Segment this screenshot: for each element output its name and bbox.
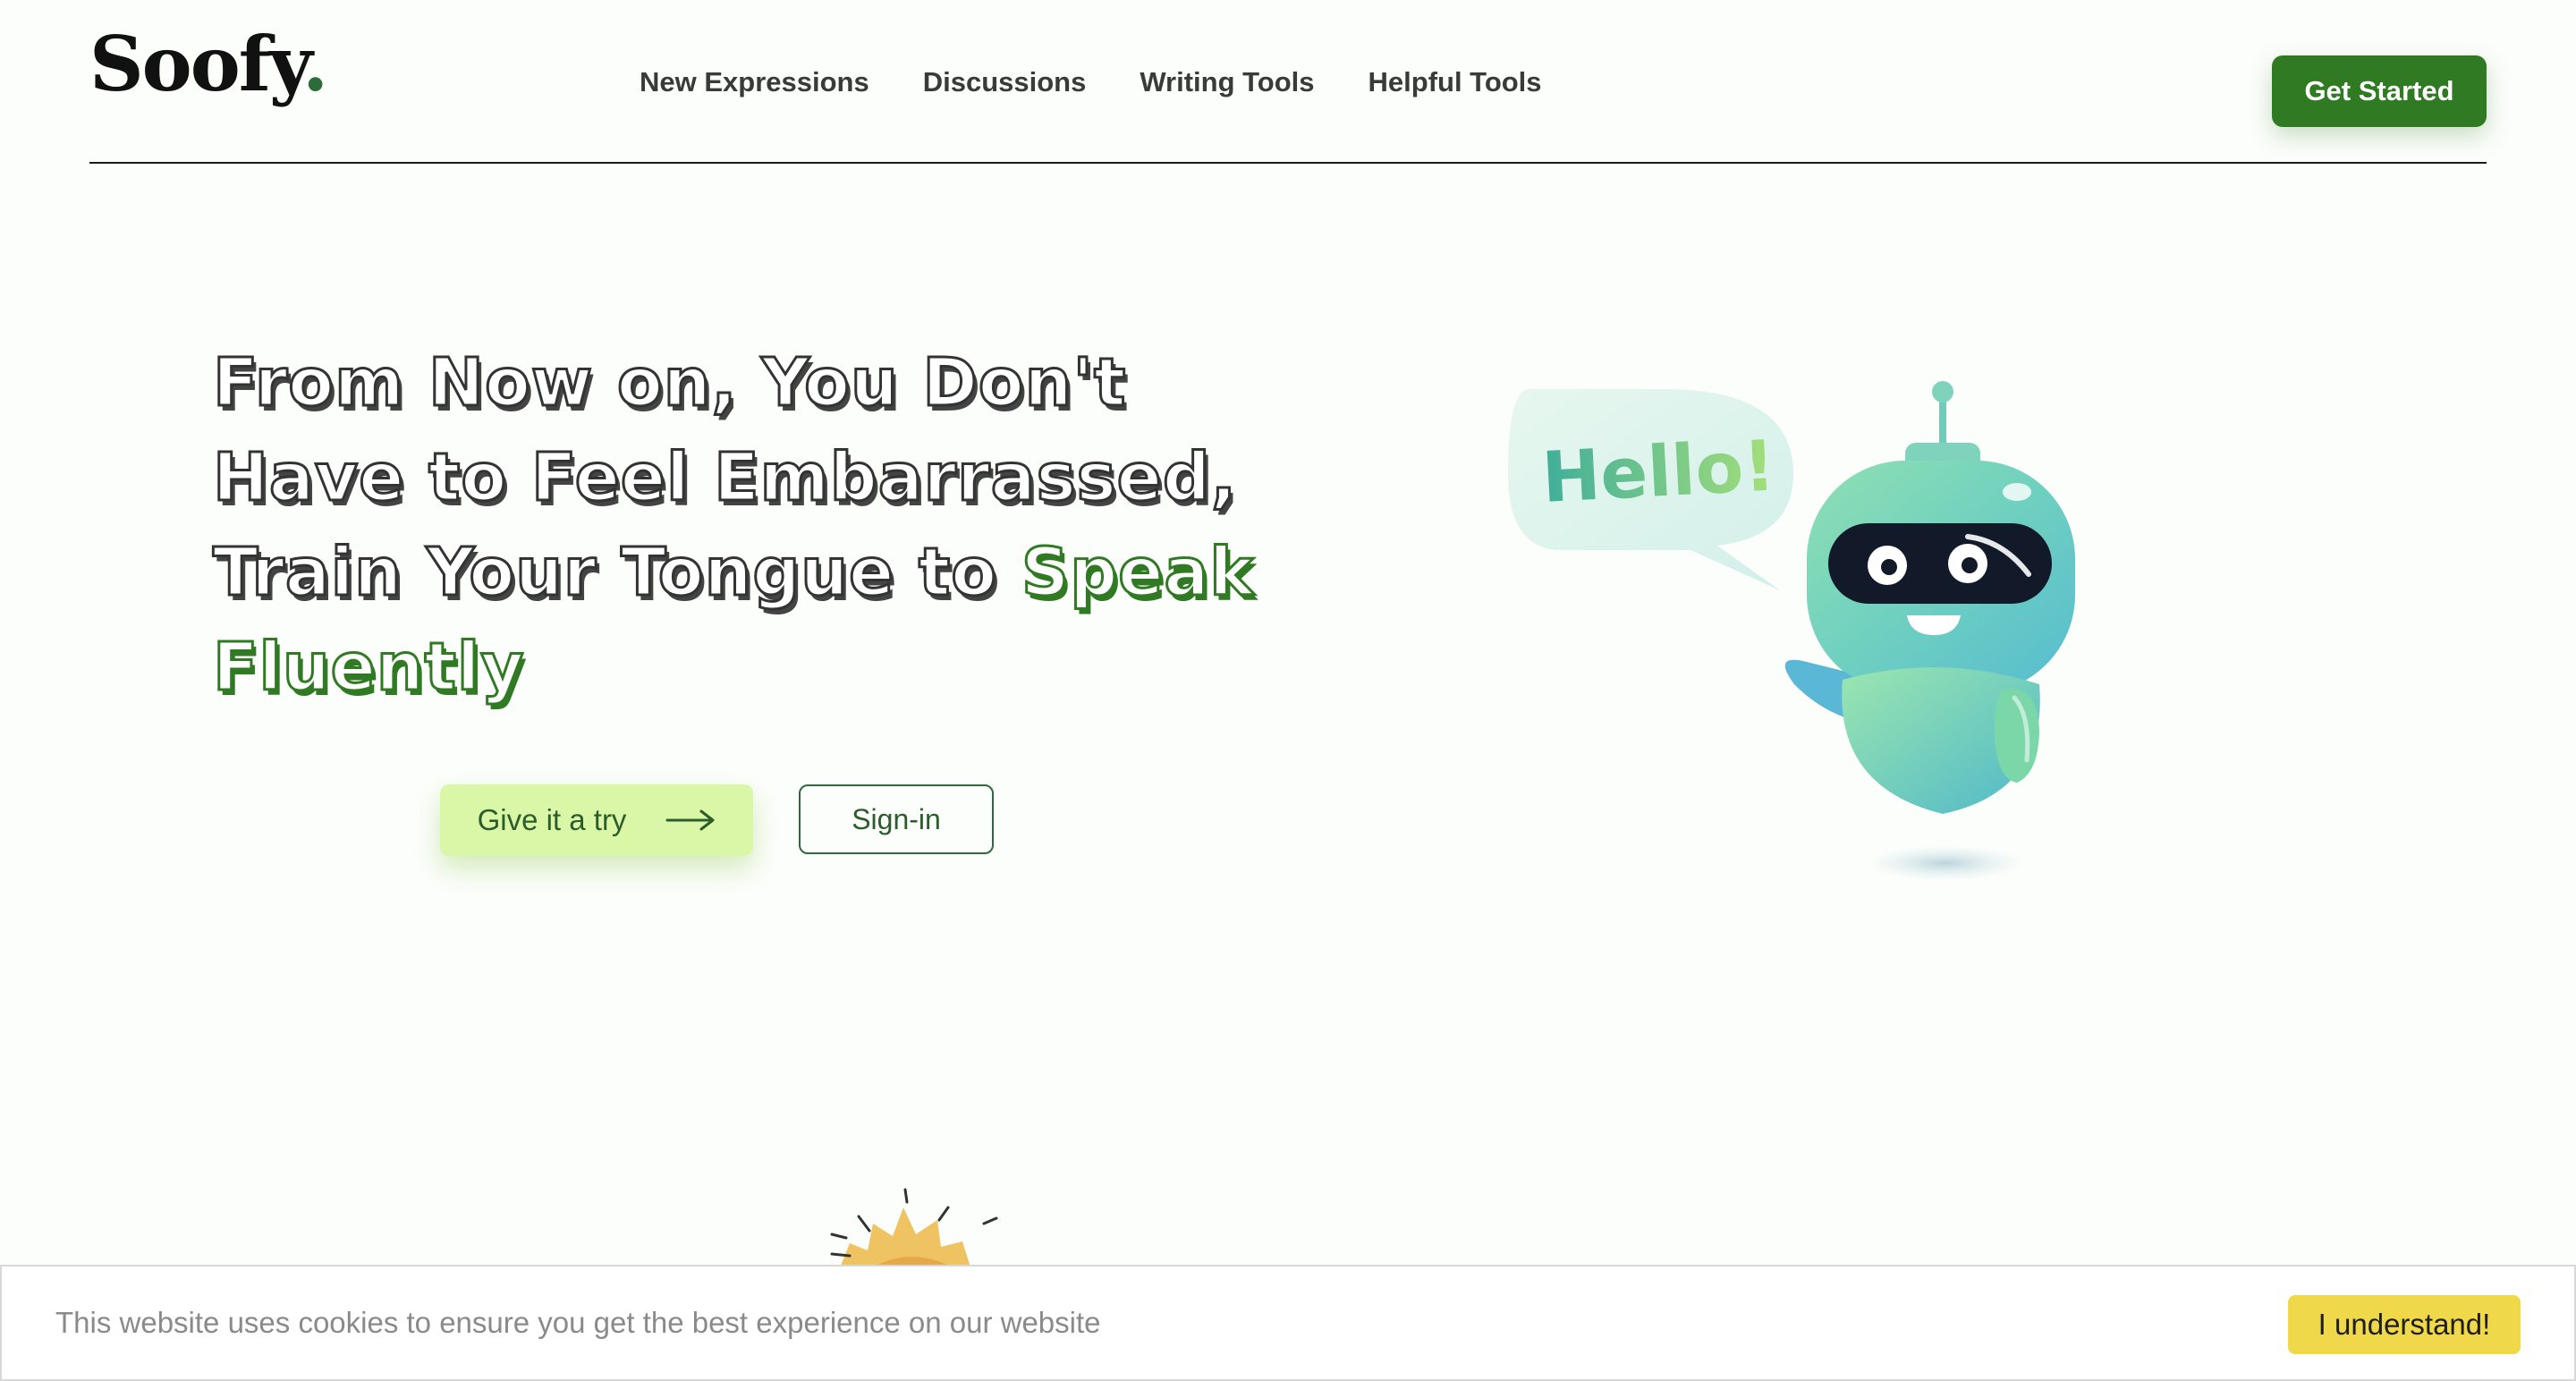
cookie-message: This website uses cookies to ensure you … — [55, 1306, 1101, 1339]
brand-name: Soofy — [89, 20, 304, 108]
hero-title-line-3: Train Your Tongue to — [212, 533, 1021, 613]
arrow-right-icon — [665, 809, 715, 831]
cookie-accept-button[interactable]: I understand! — [2288, 1295, 2521, 1354]
sign-in-button[interactable]: Sign-in — [799, 784, 994, 854]
landing-page: Soofy. New Expressions Discussions Writi… — [0, 0, 2576, 1381]
hero-highlight-fluently: Fluently — [211, 628, 525, 707]
nav-new-expressions[interactable]: New Expressions — [640, 66, 869, 98]
brand-logo[interactable]: Soofy. — [89, 20, 328, 110]
hero-title-line-1: From Now on, You Don't — [211, 343, 1127, 423]
get-started-button[interactable]: Get Started — [2272, 55, 2487, 127]
hero-title: From Now on, You Don't Have to Feel Emba… — [211, 335, 1286, 715]
main-nav: New Expressions Discussions Writing Tool… — [640, 66, 1542, 98]
nav-helpful-tools[interactable]: Helpful Tools — [1368, 66, 1542, 98]
sun-illustration — [830, 1188, 998, 1270]
robot-illustration: Hello! — [1508, 381, 2075, 881]
give-it-a-try-label: Give it a try — [477, 803, 627, 836]
nav-discussions[interactable]: Discussions — [923, 66, 1087, 98]
brand-dot: . — [302, 20, 328, 108]
cookie-banner: This website uses cookies to ensure you … — [0, 1265, 2576, 1381]
hero-title-line-2: Have to Feel Embarrassed, — [212, 438, 1238, 518]
nav-writing-tools[interactable]: Writing Tools — [1140, 66, 1314, 98]
give-it-a-try-button[interactable]: Give it a try — [440, 784, 753, 856]
speech-bubble: Hello! — [1508, 389, 1793, 590]
hero-highlight-speak: Speak — [1020, 533, 1255, 613]
header-divider — [89, 162, 2487, 164]
speech-bubble-text: Hello! — [1540, 426, 1777, 519]
